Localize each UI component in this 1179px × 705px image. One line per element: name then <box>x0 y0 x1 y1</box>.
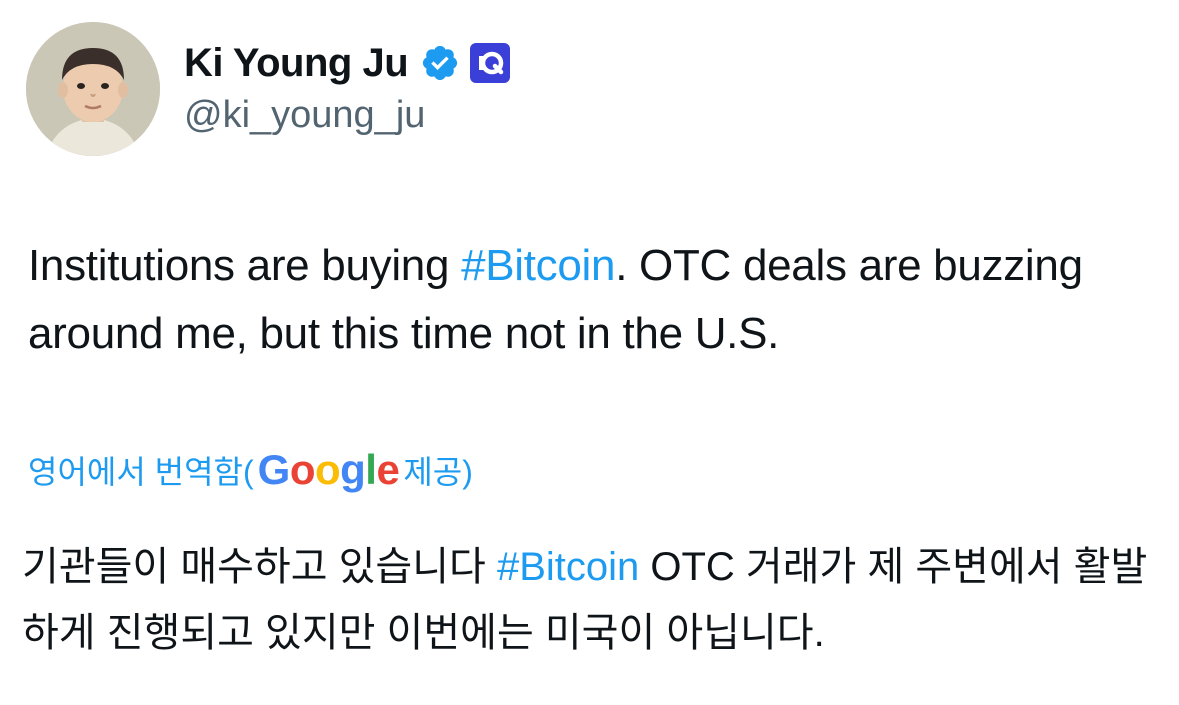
avatar-photo <box>26 22 160 156</box>
avatar[interactable] <box>26 22 160 156</box>
tweet-text-part: Institutions are buying <box>28 241 462 290</box>
google-letter: o <box>289 446 316 493</box>
tweet-card: Ki Young Ju @ki_young_ju Institutions ar… <box>0 0 1179 705</box>
cryptoquant-logo-icon[interactable] <box>468 41 512 85</box>
verified-badge-icon <box>420 43 460 83</box>
translated-tweet-text: 기관들이 매수하고 있습니다 #Bitcoin OTC 거래가 제 주변에서 활… <box>22 534 1162 666</box>
translated-text-part: 기관들이 매수하고 있습니다 <box>22 545 497 589</box>
tweet-text: Institutions are buying #Bitcoin. OTC de… <box>28 232 1158 368</box>
translation-label: 영어에서 번역함( <box>28 454 254 490</box>
google-logo: Google <box>258 446 400 494</box>
google-letter: o <box>314 446 341 493</box>
google-letter: g <box>340 446 366 493</box>
translation-provided: 제공) <box>403 454 473 490</box>
google-letter: G <box>257 446 291 493</box>
translation-attribution[interactable]: 영어에서 번역함( Google 제공) <box>28 440 473 500</box>
google-letter: l <box>365 446 377 493</box>
translated-hashtag-link[interactable]: #Bitcoin <box>497 545 639 589</box>
author-name-row: Ki Young Ju <box>184 38 512 88</box>
author-display-name[interactable]: Ki Young Ju <box>184 41 409 86</box>
author-handle[interactable]: @ki_young_ju <box>184 94 425 137</box>
hashtag-link[interactable]: #Bitcoin <box>461 241 615 290</box>
google-letter: e <box>376 446 400 493</box>
